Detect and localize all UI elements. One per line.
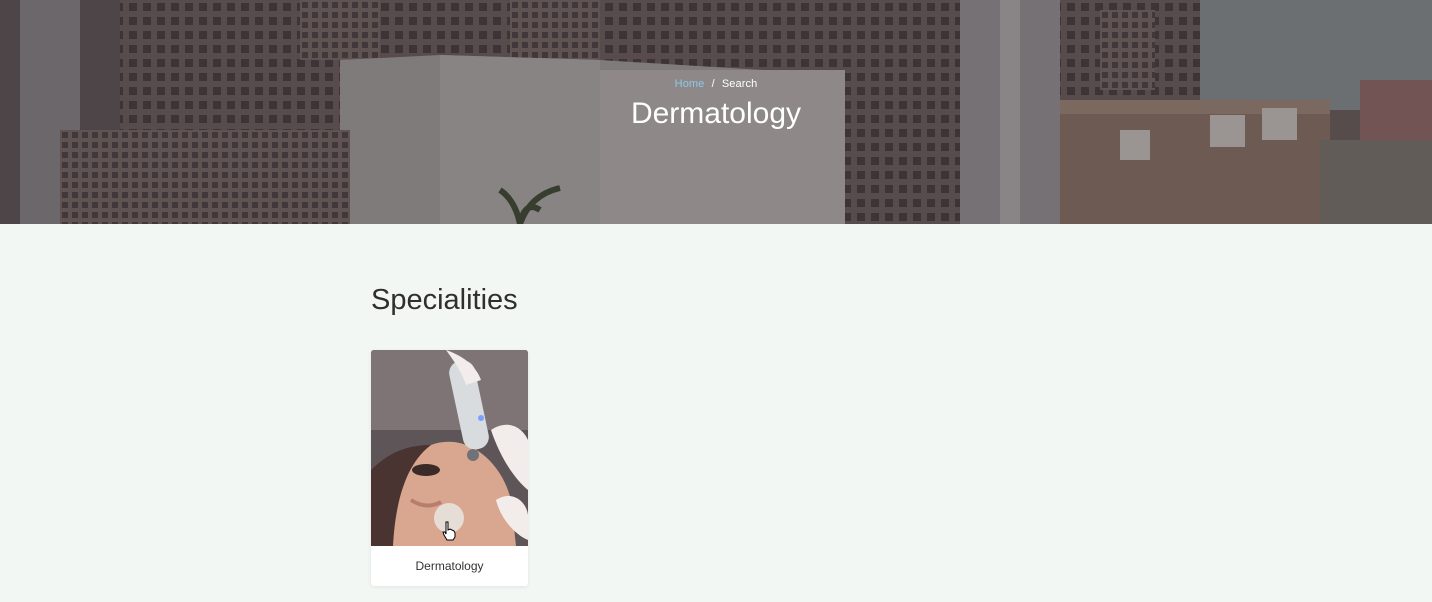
dermatology-treatment-photo	[371, 350, 528, 546]
breadcrumb: Home / Search	[0, 78, 1432, 90]
breadcrumb-current: Search	[721, 78, 758, 90]
breadcrumb-separator: /	[711, 78, 715, 90]
hand-pointer-cursor-icon	[442, 521, 456, 541]
speciality-card-label: Dermatology	[415, 559, 484, 573]
specialities-heading: Specialities	[371, 284, 518, 316]
page-title: Dermatology	[630, 97, 802, 130]
hero-banner: Home / Search Dermatology	[0, 0, 1432, 224]
breadcrumb-home-link[interactable]: Home	[675, 78, 705, 90]
speciality-card-dermatology[interactable]: Dermatology	[371, 350, 528, 586]
hero-content: Home / Search Dermatology	[0, 78, 1432, 132]
